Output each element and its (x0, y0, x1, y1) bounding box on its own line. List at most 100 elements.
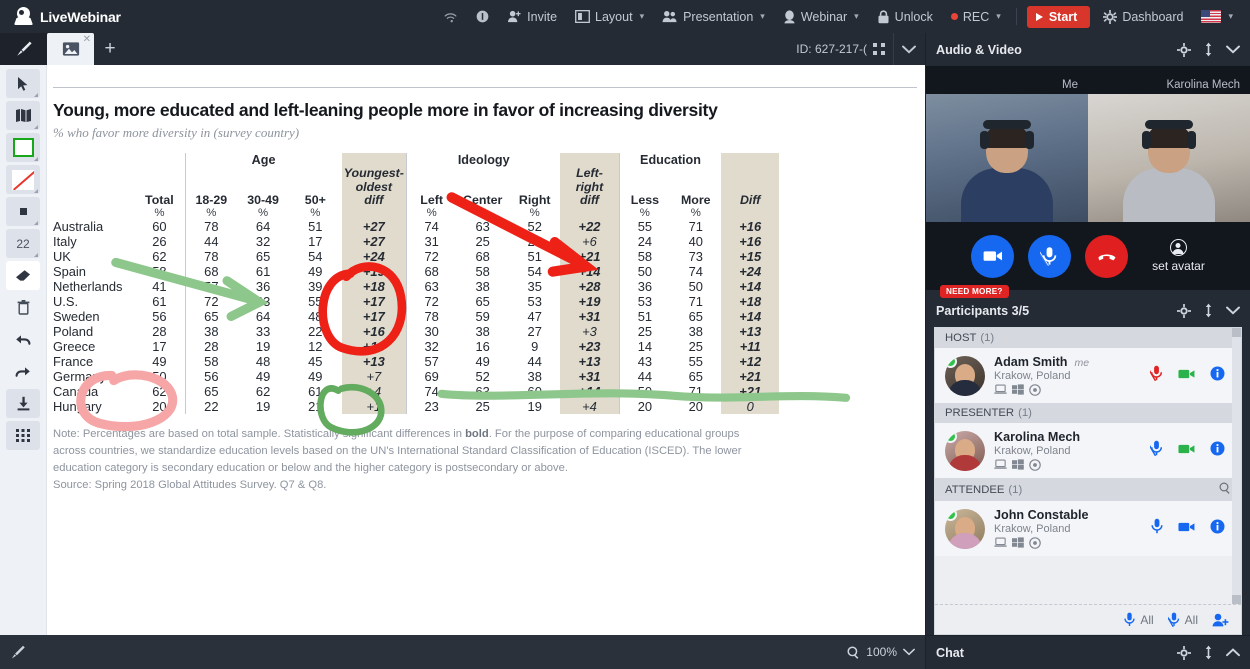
chevron-up-icon[interactable] (1226, 648, 1240, 657)
cell-left: 72 (406, 294, 457, 310)
unit-right: % (529, 207, 540, 220)
participant-camera-button[interactable] (1178, 520, 1195, 538)
unit-50plus: % (310, 207, 321, 220)
participant-row[interactable]: Adam Smith me Krakow, Poland (935, 348, 1241, 403)
search-icon[interactable] (1219, 482, 1231, 497)
record-menu[interactable]: REC ▾ (942, 0, 1010, 33)
table-row: Germany 50 56 49 49 +7 69 52 38 +31 44 65 +21 (53, 369, 779, 385)
unlock-button[interactable]: Unlock (868, 0, 942, 33)
webinar-menu[interactable]: Webinar ▾ (774, 0, 868, 33)
participants-scroll[interactable]: HOST (1) Adam Smith me Krakow, Poland PRESENT… (935, 328, 1241, 604)
dashboard-button[interactable]: Dashboard (1094, 0, 1192, 33)
mute-all-button[interactable]: All (1167, 612, 1198, 627)
app-logo[interactable]: LiveWebinar (14, 7, 121, 26)
cell-18-29: 28 (184, 339, 238, 355)
whiteboard-canvas[interactable]: Young, more educated and left-leaning pe… (47, 65, 925, 635)
start-label: Start (1048, 9, 1078, 24)
chevron-down-icon[interactable] (1226, 306, 1240, 315)
tool-corner-icon (34, 93, 38, 97)
participant-location: Krakow, Poland (994, 370, 1071, 382)
shape-tool[interactable] (6, 101, 40, 130)
video-tile-karolina[interactable] (1088, 94, 1250, 222)
chat-header[interactable]: Chat (926, 635, 1250, 669)
close-icon[interactable]: ✕ (83, 34, 91, 45)
cell-center: 38 (475, 279, 490, 295)
participant-mic-button[interactable] (1146, 440, 1163, 461)
magnifier-icon[interactable] (847, 645, 860, 659)
room-id-box[interactable]: ID: 627-217-( (788, 42, 893, 56)
participant-row[interactable]: John Constable Krakow, Poland (935, 501, 1241, 556)
invite-label: Invite (527, 9, 558, 24)
cell-right: 25 (527, 234, 542, 250)
chevron-down-icon[interactable] (1226, 45, 1240, 54)
right-sidebar: Audio & Video Me Karolina Mech set avata… (925, 33, 1250, 669)
redo-tool[interactable] (6, 357, 40, 386)
stroke-width-tool[interactable]: 22 (6, 229, 40, 258)
cell-50plus: 22 (308, 324, 323, 340)
cell-center: 59 (475, 309, 490, 325)
image-tab[interactable]: ✕ (47, 33, 94, 65)
need-more-badge[interactable]: NEED MORE? (940, 285, 1009, 298)
cell-total: 20 (152, 399, 167, 415)
layout-menu[interactable]: Layout ▾ (566, 0, 653, 33)
start-button[interactable]: Start (1026, 5, 1091, 28)
resize-vertical-icon[interactable] (1204, 42, 1213, 57)
brush-tab[interactable] (0, 33, 47, 65)
participant-mic-button[interactable] (1146, 365, 1163, 386)
resize-vertical-icon[interactable] (1204, 645, 1213, 660)
unmute-all-button[interactable]: All (1124, 612, 1154, 627)
gear-icon[interactable] (1177, 42, 1191, 57)
participant-camera-button[interactable] (1178, 367, 1195, 385)
gear-icon[interactable] (1177, 645, 1191, 660)
participant-camera-button[interactable] (1178, 442, 1195, 460)
participant-info-button[interactable] (1210, 519, 1225, 539)
participant-info-button[interactable] (1210, 366, 1225, 386)
hangup-button[interactable] (1085, 234, 1129, 278)
fill-tool[interactable] (6, 197, 40, 226)
set-avatar-button[interactable]: set avatar (1152, 239, 1205, 273)
info-status[interactable] (467, 0, 498, 33)
gear-icon[interactable] (1177, 303, 1191, 318)
col-total: Total (145, 192, 174, 207)
download-tool[interactable] (6, 389, 40, 418)
cell-education-diff: +24 (721, 264, 779, 280)
webinar-icon (784, 9, 795, 23)
add-user-button[interactable] (1212, 613, 1229, 627)
video-tiles (926, 94, 1250, 222)
undo-tool[interactable] (6, 325, 40, 354)
cell-18-29: 56 (184, 369, 238, 385)
cell-left: 31 (406, 234, 457, 250)
cell-ideology-diff: +6 (560, 234, 620, 250)
line-color-tool[interactable] (6, 165, 40, 194)
mic-muted-button[interactable] (1028, 234, 1072, 278)
video-tile-me[interactable] (926, 94, 1088, 222)
tabstrip-collapse[interactable] (893, 33, 923, 65)
add-tab-button[interactable]: + (94, 33, 126, 65)
language-selector[interactable]: ▾ (1192, 0, 1242, 33)
cell-education-diff: +13 (721, 324, 779, 340)
rectangle-tool[interactable] (6, 133, 40, 162)
pen-icon[interactable] (10, 644, 27, 661)
presentation-menu[interactable]: Presentation ▾ (653, 0, 774, 33)
participants-scrollbar[interactable] (1232, 328, 1241, 604)
invite-button[interactable]: Invite (498, 0, 566, 33)
participant-mic-button[interactable] (1151, 518, 1163, 539)
cursor-tool[interactable] (6, 69, 40, 98)
cell-age-diff: +16 (341, 324, 407, 340)
grid-tool[interactable] (6, 421, 40, 450)
delete-tool[interactable] (6, 293, 40, 322)
eraser-tool[interactable] (6, 261, 40, 290)
participant-row[interactable]: Karolina Mech Krakow, Poland (935, 423, 1241, 478)
camera-button[interactable] (971, 234, 1015, 278)
cell-18-29: 65 (184, 309, 238, 325)
drawing-toolbar: 22 (0, 65, 47, 635)
chevron-down-icon[interactable] (903, 648, 915, 656)
audio-video-header: Audio & Video (926, 33, 1250, 66)
note-line3: education category is secondary educatio… (53, 461, 568, 474)
participant-info-button[interactable] (1210, 441, 1225, 461)
resize-vertical-icon[interactable] (1204, 303, 1213, 318)
wifi-status[interactable] (434, 0, 467, 33)
play-icon (1035, 12, 1043, 21)
presentation-label: Presentation (683, 9, 754, 24)
participant-actions (1151, 518, 1231, 539)
